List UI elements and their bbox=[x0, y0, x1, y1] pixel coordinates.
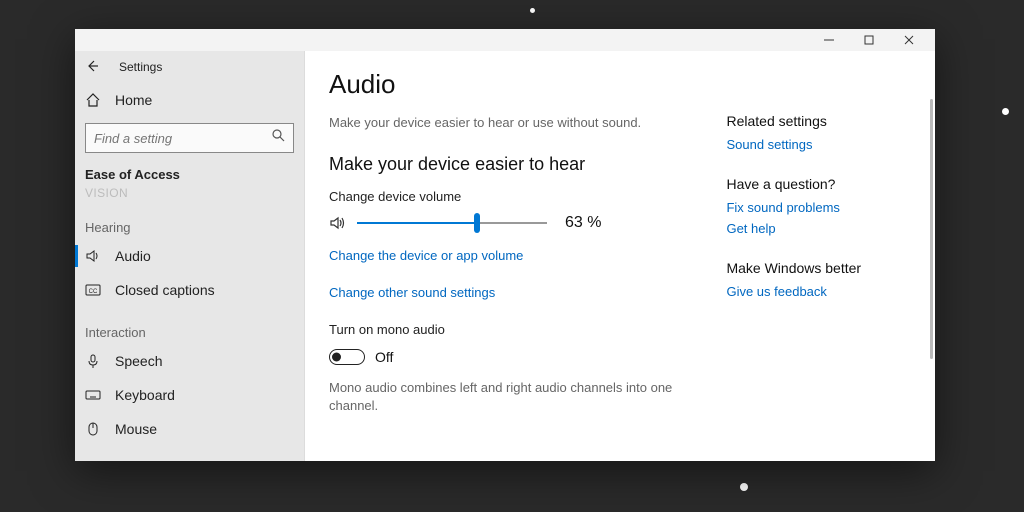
sidebar-item-closed-captions[interactable]: CC Closed captions bbox=[75, 273, 304, 307]
settings-window: Settings Home Ease of Access Vision Hear… bbox=[75, 29, 935, 461]
keyboard-icon bbox=[85, 387, 101, 403]
toggle-knob bbox=[332, 353, 341, 362]
sidebar-item-speech[interactable]: Speech bbox=[75, 344, 304, 378]
main-column: Audio Make your device easier to hear or… bbox=[329, 69, 686, 461]
link-get-help[interactable]: Get help bbox=[726, 221, 935, 236]
volume-row: 63 % bbox=[329, 214, 686, 232]
sidebar-item-mouse[interactable]: Mouse bbox=[75, 412, 304, 446]
speaker-icon bbox=[85, 248, 101, 264]
sidebar-item-label: Closed captions bbox=[115, 282, 215, 298]
minimize-button[interactable] bbox=[809, 29, 849, 51]
mic-icon bbox=[85, 353, 101, 369]
sidebar-item-label: Speech bbox=[115, 353, 162, 369]
sidebar-item-home[interactable]: Home bbox=[75, 83, 304, 117]
link-fix-sound[interactable]: Fix sound problems bbox=[726, 200, 935, 215]
sidebar-group-hearing: Hearing bbox=[75, 202, 304, 239]
volume-label: Change device volume bbox=[329, 189, 686, 204]
search-input[interactable] bbox=[94, 131, 272, 146]
svg-text:CC: CC bbox=[89, 289, 98, 295]
cc-icon: CC bbox=[85, 282, 101, 298]
better-header: Make Windows better bbox=[726, 260, 935, 276]
sidebar: Settings Home Ease of Access Vision Hear… bbox=[75, 51, 305, 461]
sidebar-item-audio[interactable]: Audio bbox=[75, 239, 304, 273]
link-feedback[interactable]: Give us feedback bbox=[726, 284, 935, 299]
link-sound-settings[interactable]: Sound settings bbox=[726, 137, 935, 152]
sidebar-item-label: Mouse bbox=[115, 421, 157, 437]
close-button[interactable] bbox=[889, 29, 929, 51]
page-description: Make your device easier to hear or use w… bbox=[329, 114, 686, 132]
sidebar-group-interaction: Interaction bbox=[75, 307, 304, 344]
close-icon bbox=[904, 35, 914, 45]
home-icon bbox=[85, 92, 101, 108]
window-titlebar bbox=[75, 29, 935, 51]
search-icon bbox=[272, 129, 285, 147]
mono-label: Turn on mono audio bbox=[329, 322, 686, 337]
right-column: Related settings Sound settings Have a q… bbox=[726, 69, 935, 461]
link-other-sound[interactable]: Change other sound settings bbox=[329, 285, 686, 300]
search-input-wrap[interactable] bbox=[85, 123, 294, 153]
link-app-volume[interactable]: Change the device or app volume bbox=[329, 248, 686, 263]
sidebar-item-label: Keyboard bbox=[115, 387, 175, 403]
volume-value: 63 % bbox=[565, 214, 601, 232]
mono-description: Mono audio combines left and right audio… bbox=[329, 379, 686, 415]
mono-toggle[interactable] bbox=[329, 349, 365, 365]
minimize-icon bbox=[824, 35, 834, 45]
app-title: Settings bbox=[119, 60, 162, 74]
volume-slider[interactable] bbox=[357, 214, 547, 232]
arrow-left-icon bbox=[85, 59, 99, 73]
related-settings-header: Related settings bbox=[726, 113, 935, 129]
back-button[interactable] bbox=[85, 59, 99, 76]
mono-toggle-row: Off bbox=[329, 349, 686, 365]
sidebar-item-label: Audio bbox=[115, 248, 151, 264]
question-header: Have a question? bbox=[726, 176, 935, 192]
page-title: Audio bbox=[329, 69, 686, 100]
sidebar-item-cutoff[interactable]: Vision bbox=[75, 186, 304, 200]
mono-state: Off bbox=[375, 349, 393, 365]
sidebar-item-keyboard[interactable]: Keyboard bbox=[75, 378, 304, 412]
content-scrollbar[interactable] bbox=[930, 99, 933, 359]
volume-icon bbox=[329, 214, 347, 232]
sidebar-item-label: Home bbox=[115, 92, 152, 108]
maximize-icon bbox=[864, 35, 874, 45]
mouse-icon bbox=[85, 421, 101, 437]
maximize-button[interactable] bbox=[849, 29, 889, 51]
content-area: Audio Make your device easier to hear or… bbox=[305, 51, 935, 461]
section-easier-to-hear: Make your device easier to hear bbox=[329, 154, 686, 175]
